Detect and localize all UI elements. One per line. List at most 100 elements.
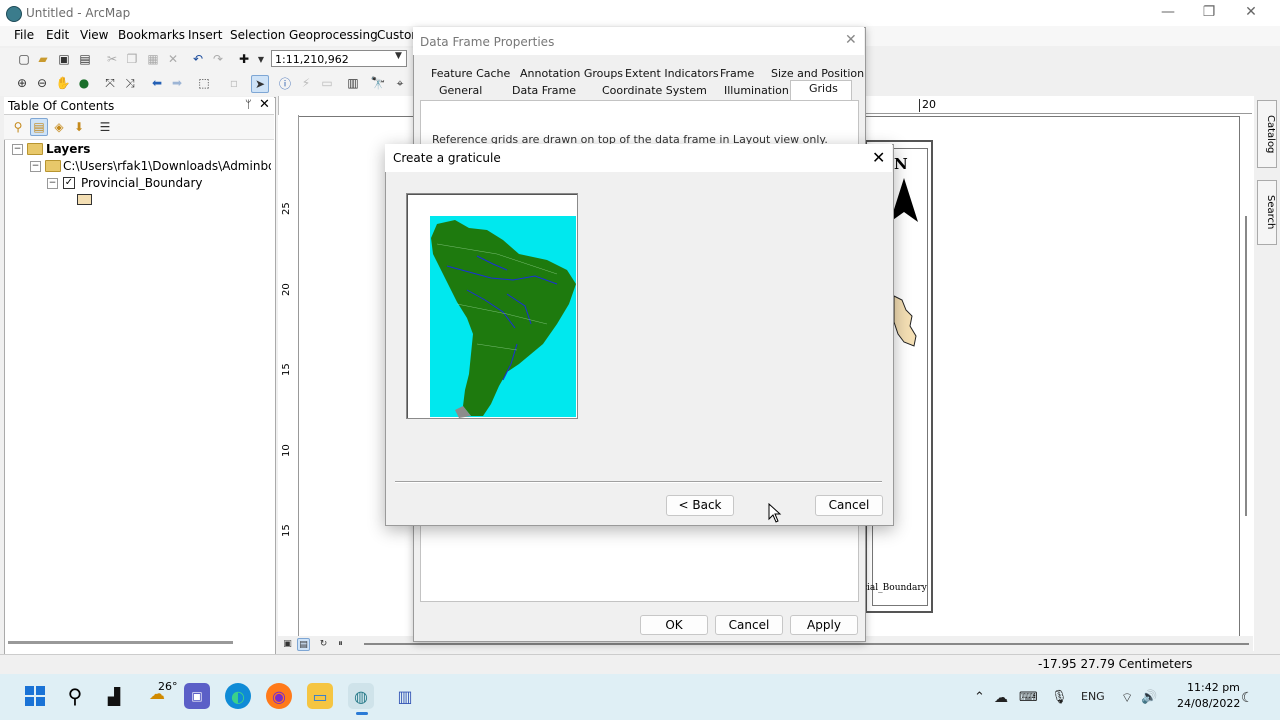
- forward-extent-icon[interactable]: ➡: [169, 75, 185, 91]
- undo-icon[interactable]: ↶: [190, 51, 206, 67]
- firefox-icon[interactable]: ◉: [266, 683, 292, 709]
- hyperlink-icon[interactable]: ⚡: [298, 75, 314, 91]
- tab-general[interactable]: General: [439, 84, 482, 97]
- keyboard-icon[interactable]: ⌨: [1019, 690, 1038, 705]
- back-extent-icon[interactable]: ⬅: [149, 75, 165, 91]
- tab-coordinate-system[interactable]: Coordinate System: [602, 84, 707, 97]
- tab-frame[interactable]: Frame: [720, 67, 754, 80]
- menu-geoprocessing[interactable]: Geoprocessing: [289, 28, 378, 42]
- options-icon[interactable]: ☰: [97, 119, 113, 135]
- layer-visibility-checkbox[interactable]: ✓: [63, 177, 75, 189]
- layer-symbol-swatch[interactable]: [77, 194, 92, 205]
- catalog-tab[interactable]: Catalog: [1257, 100, 1277, 168]
- menu-file[interactable]: File: [14, 28, 34, 42]
- print-icon[interactable]: ▤: [77, 51, 93, 67]
- save-icon[interactable]: ▣: [56, 51, 72, 67]
- collapse-layer-icon[interactable]: −: [47, 178, 58, 189]
- tray-overflow-icon[interactable]: ⌃: [974, 690, 985, 705]
- arccatalog-taskbar-icon[interactable]: ▥: [392, 683, 418, 709]
- microphone-icon[interactable]: 🎙: [1051, 690, 1068, 705]
- pan-icon[interactable]: ✋: [55, 75, 71, 91]
- clear-selection-icon[interactable]: ▫: [226, 75, 242, 91]
- add-data-dropdown-icon[interactable]: ▼: [253, 51, 269, 67]
- toc-horizontal-scrollbar[interactable]: [8, 641, 233, 644]
- chevron-down-icon[interactable]: ▼: [395, 51, 402, 61]
- tab-annotation-groups[interactable]: Annotation Groups: [520, 67, 623, 80]
- tab-extent-indicators[interactable]: Extent Indicators: [625, 67, 719, 80]
- dfp-cancel-button[interactable]: Cancel: [715, 615, 783, 635]
- go-to-xy-icon[interactable]: ⌖: [392, 75, 408, 91]
- add-data-icon[interactable]: ✚: [236, 51, 252, 67]
- pin-icon[interactable]: ᛘ: [245, 98, 252, 111]
- tab-feature-cache[interactable]: Feature Cache: [431, 67, 510, 80]
- refresh-icon[interactable]: ↻: [318, 638, 329, 649]
- weather-temp[interactable]: 26°: [158, 680, 178, 693]
- delete-icon[interactable]: ✕: [165, 51, 181, 67]
- search-icon[interactable]: ⚲: [62, 683, 88, 709]
- find-icon[interactable]: 🔭: [370, 75, 386, 91]
- html-popup-icon[interactable]: ▭: [319, 75, 335, 91]
- paste-icon[interactable]: ▦: [145, 51, 161, 67]
- collapse-folder-icon[interactable]: −: [30, 161, 41, 172]
- zoom-in-icon[interactable]: ⊕: [14, 75, 30, 91]
- open-icon[interactable]: ▰: [35, 51, 51, 67]
- menu-view[interactable]: View: [80, 28, 108, 42]
- list-by-source-icon[interactable]: ▤: [30, 118, 48, 136]
- tab-grids[interactable]: Grids: [809, 82, 838, 95]
- list-by-visibility-icon[interactable]: ◈: [51, 119, 67, 135]
- menu-edit[interactable]: Edit: [46, 28, 69, 42]
- apply-button[interactable]: Apply: [790, 615, 858, 635]
- menu-bookmarks[interactable]: Bookmarks: [118, 28, 185, 42]
- menu-selection[interactable]: Selection: [230, 28, 285, 42]
- layout-horizontal-scrollbar[interactable]: [364, 643, 1249, 645]
- list-by-selection-icon[interactable]: ⬇: [71, 119, 87, 135]
- edge-icon[interactable]: ◐: [225, 683, 251, 709]
- list-by-drawing-order-icon[interactable]: ⚲: [10, 119, 26, 135]
- redo-icon[interactable]: ↷: [210, 51, 226, 67]
- file-explorer-icon[interactable]: ▭: [307, 683, 333, 709]
- zoom-out-icon[interactable]: ⊖: [34, 75, 50, 91]
- layer-name[interactable]: Provincial_Boundary: [81, 176, 203, 190]
- layout-vertical-scrollbar[interactable]: [1243, 96, 1249, 516]
- identify-icon[interactable]: ⓘ: [277, 75, 293, 91]
- select-features-icon[interactable]: ⬚: [196, 75, 212, 91]
- language-indicator[interactable]: ENG: [1081, 690, 1105, 703]
- task-view-icon[interactable]: ▟: [101, 683, 127, 709]
- wizard-cancel-button[interactable]: Cancel: [815, 495, 883, 516]
- map-scale-input[interactable]: 1:11,210,962: [271, 50, 407, 67]
- tab-size-and-position[interactable]: Size and Position: [771, 67, 864, 80]
- tab-illumination[interactable]: Illumination: [724, 84, 789, 97]
- full-extent-icon[interactable]: ●: [76, 75, 92, 91]
- measure-icon[interactable]: ▥: [345, 75, 361, 91]
- close-window-button[interactable]: ✕: [1238, 4, 1264, 20]
- menu-insert[interactable]: Insert: [188, 28, 222, 42]
- teams-icon[interactable]: ▣: [184, 683, 210, 709]
- toc-close-button[interactable]: ✕: [259, 97, 270, 112]
- wizard-close-button[interactable]: ✕: [872, 148, 885, 167]
- province-shape[interactable]: [890, 292, 920, 350]
- cut-icon[interactable]: ✂: [104, 51, 120, 67]
- focus-assist-icon[interactable]: ☾: [1241, 690, 1254, 706]
- layout-view-icon[interactable]: ▤: [297, 638, 310, 651]
- layers-label[interactable]: Layers: [46, 142, 90, 156]
- clock-time[interactable]: 11:42 pm: [1187, 681, 1240, 694]
- fixed-zoom-out-icon[interactable]: ⤨: [122, 75, 138, 91]
- windows-start-icon[interactable]: [22, 683, 48, 709]
- back-button[interactable]: < Back: [666, 495, 734, 516]
- dfp-close-button[interactable]: ✕: [845, 32, 857, 48]
- minimize-button[interactable]: —: [1155, 4, 1181, 20]
- restore-button[interactable]: ❐: [1196, 4, 1222, 20]
- wifi-icon[interactable]: ⌔: [1121, 690, 1133, 706]
- clock-date[interactable]: 24/08/2022: [1177, 697, 1240, 710]
- collapse-layers-icon[interactable]: −: [12, 144, 23, 155]
- new-doc-icon[interactable]: ▢: [16, 51, 32, 67]
- volume-icon[interactable]: 🔊: [1141, 690, 1157, 705]
- ok-button[interactable]: OK: [640, 615, 708, 635]
- select-elements-icon[interactable]: ➤: [251, 75, 269, 93]
- search-tab[interactable]: Search: [1257, 180, 1277, 245]
- folder-path[interactable]: C:\Users\rfak1\Downloads\Adminbdy Sha: [63, 159, 271, 173]
- pause-icon[interactable]: ⏸: [335, 638, 346, 649]
- fixed-zoom-in-icon[interactable]: ⤧: [102, 75, 118, 91]
- data-view-icon[interactable]: ▣: [282, 638, 293, 649]
- onedrive-icon[interactable]: ☁: [994, 690, 1008, 706]
